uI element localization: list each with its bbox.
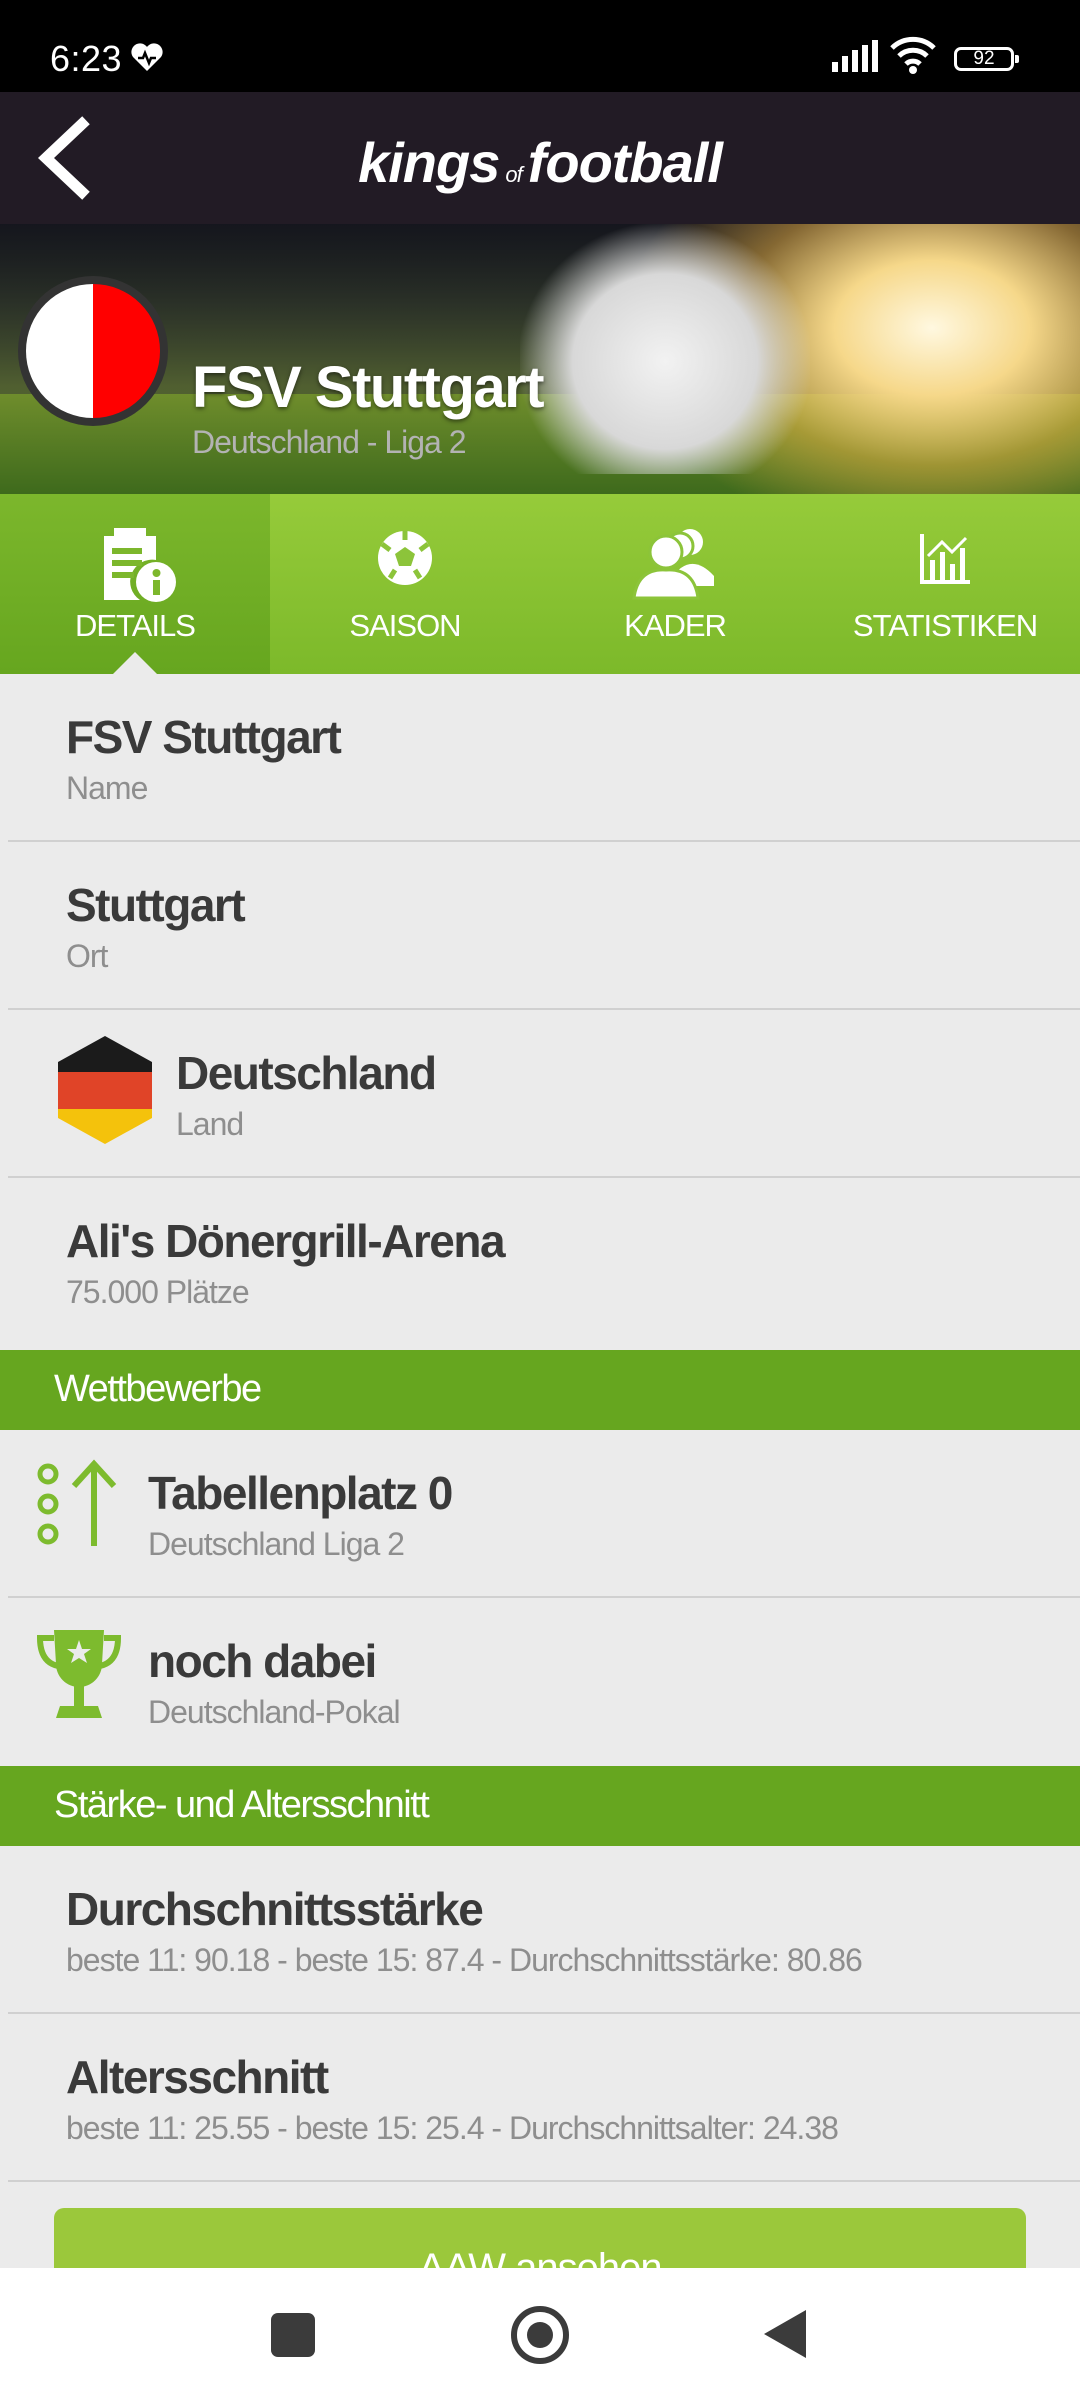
tab-details[interactable]: DETAILS <box>0 494 270 674</box>
detail-title: FSV Stuttgart <box>66 711 342 763</box>
app-logo: kings of football <box>0 130 1080 195</box>
tab-saison[interactable]: SAISON <box>270 494 540 674</box>
detail-row-stadium: Ali's Dönergrill-Arena 75.000 Plätze <box>0 1178 1080 1346</box>
age-subtitle: beste 11: 25.55 - beste 15: 25.4 - Durch… <box>66 2110 839 2146</box>
trophy-icon <box>34 1624 124 1729</box>
competition-title: noch dabei <box>148 1635 377 1687</box>
tab-kader[interactable]: KADER <box>540 494 810 674</box>
team-league: Deutschland - Liga 2 <box>192 424 467 460</box>
strength-subtitle: beste 11: 90.18 - beste 15: 87.4 - Durch… <box>66 1942 863 1978</box>
recents-icon[interactable] <box>271 2313 315 2357</box>
competition-title: Tabellenplatz 0 <box>148 1467 453 1519</box>
detail-subtitle: Land <box>176 1106 244 1142</box>
detail-row-name: FSV Stuttgart Name <box>0 674 1080 842</box>
tab-bar: DETAILS SAISON KADER STATISTIKEN <box>0 494 1080 674</box>
detail-title: Ali's Dönergrill-Arena <box>66 1215 506 1267</box>
section-title: Stärke- und Altersschnitt <box>54 1784 430 1826</box>
detail-row-city: Stuttgart Ort <box>0 842 1080 1010</box>
detail-title: Deutschland <box>176 1047 437 1099</box>
tab-label: STATISTIKEN <box>852 608 1038 643</box>
competition-row-league[interactable]: Tabellenplatz 0 Deutschland Liga 2 <box>0 1430 1080 1598</box>
competition-row-cup[interactable]: noch dabei Deutschland-Pokal <box>0 1598 1080 1766</box>
age-title: Altersschnitt <box>66 2051 329 2103</box>
heart-icon <box>130 42 164 77</box>
section-header-competitions: Wettbewerbe <box>0 1350 1080 1430</box>
team-icon <box>540 520 810 610</box>
back-icon[interactable] <box>764 2310 806 2358</box>
german-flag-icon <box>56 1034 154 1151</box>
system-nav-bar <box>0 2268 1080 2400</box>
tab-label: DETAILS <box>75 608 196 643</box>
details-icon <box>0 520 270 610</box>
stats-chart-icon <box>810 520 1080 610</box>
status-time: 6:23 <box>50 38 123 79</box>
detail-title: Stuttgart <box>66 879 246 931</box>
divider <box>8 2180 1080 2182</box>
app-bar: kings of football <box>0 92 1080 224</box>
detail-subtitle: 75.000 Plätze <box>66 1274 250 1310</box>
tab-label: SAISON <box>349 608 461 643</box>
player-image <box>520 224 810 474</box>
active-tab-pointer <box>113 652 157 674</box>
competition-subtitle: Deutschland-Pokal <box>148 1694 401 1730</box>
home-icon[interactable] <box>511 2306 569 2364</box>
section-title: Wettbewerbe <box>54 1368 262 1410</box>
strength-row: Durchschnittsstärke beste 11: 90.18 - be… <box>0 1846 1080 2014</box>
detail-row-country: Deutschland Land <box>0 1010 1080 1178</box>
strength-title: Durchschnittsstärke <box>66 1883 484 1935</box>
team-crest <box>18 276 168 426</box>
logo-football: football <box>527 131 723 194</box>
competition-subtitle: Deutschland Liga 2 <box>148 1526 405 1562</box>
section-header-strength-age: Stärke- und Altersschnitt <box>0 1766 1080 1846</box>
status-bar: 6:23 92 <box>0 0 1080 92</box>
tab-statistiken[interactable]: STATISTIKEN <box>810 494 1080 674</box>
wifi-icon <box>890 36 936 79</box>
logo-kings: kings <box>358 131 500 194</box>
rank-up-icon <box>34 1458 124 1563</box>
team-name: FSV Stuttgart <box>192 355 545 420</box>
signal-icon <box>832 40 880 77</box>
soccer-ball-icon <box>270 520 540 610</box>
detail-subtitle: Name <box>66 770 148 806</box>
logo-of: of <box>505 162 522 187</box>
age-row: Altersschnitt beste 11: 25.55 - beste 15… <box>0 2014 1080 2182</box>
detail-subtitle: Ort <box>66 938 108 974</box>
battery-indicator: 92 <box>954 47 1019 71</box>
tab-label: KADER <box>624 608 727 643</box>
team-header: FSV Stuttgart Deutschland - Liga 2 <box>0 224 1080 494</box>
